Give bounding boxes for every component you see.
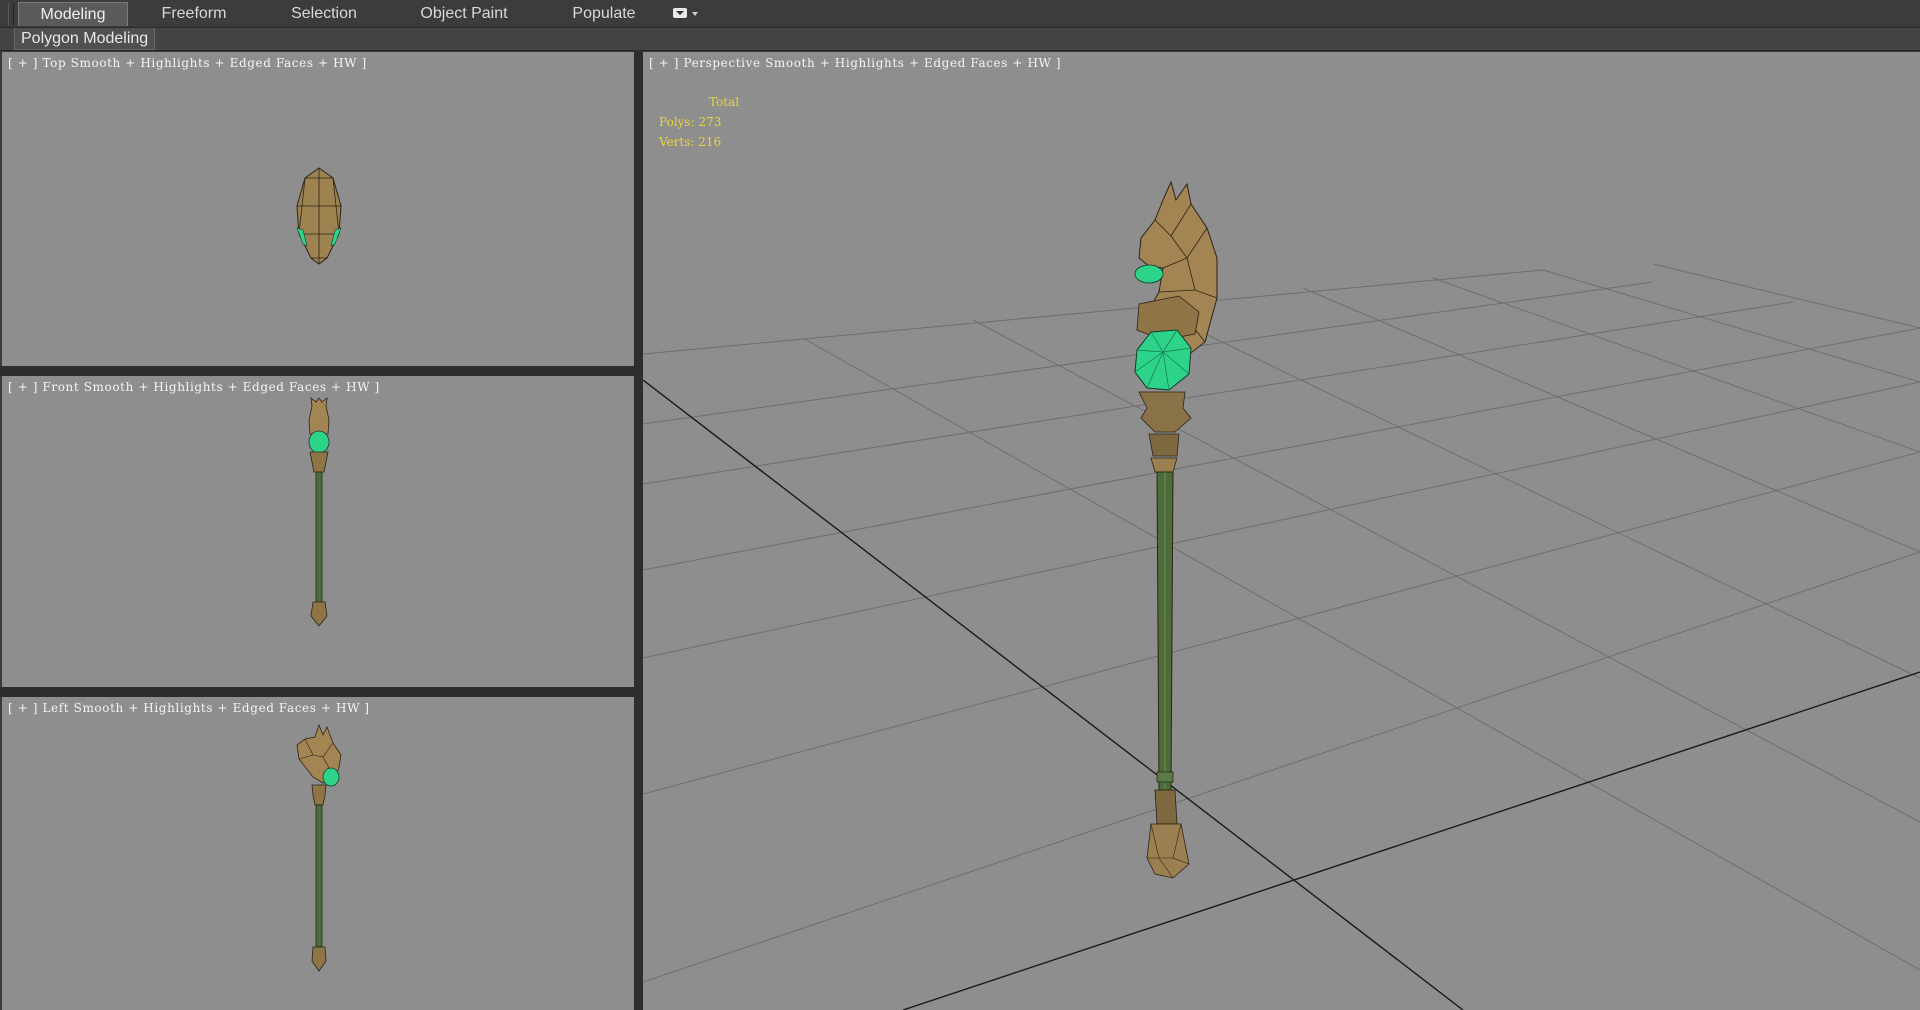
tab-object-paint[interactable]: Object Paint <box>410 2 518 25</box>
tab-populate[interactable]: Populate <box>550 2 658 25</box>
tab-modeling[interactable]: Modeling <box>18 2 128 26</box>
front-view-model <box>308 397 330 627</box>
viewport-top[interactable]: [ + ] Top Smooth + Highlights + Edged Fa… <box>2 52 634 366</box>
ribbon-panel-bar: Polygon Modeling <box>0 28 1920 51</box>
viewport-divider[interactable] <box>0 366 636 376</box>
chevron-down-icon <box>692 12 698 16</box>
viewport-divider[interactable] <box>0 687 636 697</box>
left-view-model <box>296 723 342 972</box>
viewport-divider-vertical[interactable] <box>634 50 643 1010</box>
ribbon-grip[interactable] <box>8 3 14 25</box>
ribbon-options-dropdown[interactable] <box>673 6 705 22</box>
tab-freeform[interactable]: Freeform <box>140 2 248 25</box>
ribbon-tab-bar: Modeling Freeform Selection Object Paint… <box>0 0 1920 28</box>
polygon-modeling-panel-tab[interactable]: Polygon Modeling <box>14 28 156 50</box>
viewport-left[interactable]: [ + ] Left Smooth + Highlights + Edged F… <box>2 697 634 1010</box>
top-view-model <box>296 167 342 265</box>
viewport-front[interactable]: [ + ] Front Smooth + Highlights + Edged … <box>2 376 634 687</box>
tab-selection[interactable]: Selection <box>270 2 378 25</box>
perspective-model <box>1134 180 1218 879</box>
ribbon-options-icon <box>673 8 687 18</box>
viewport-perspective[interactable]: [ + ] Perspective Smooth + Highlights + … <box>643 52 1920 1010</box>
